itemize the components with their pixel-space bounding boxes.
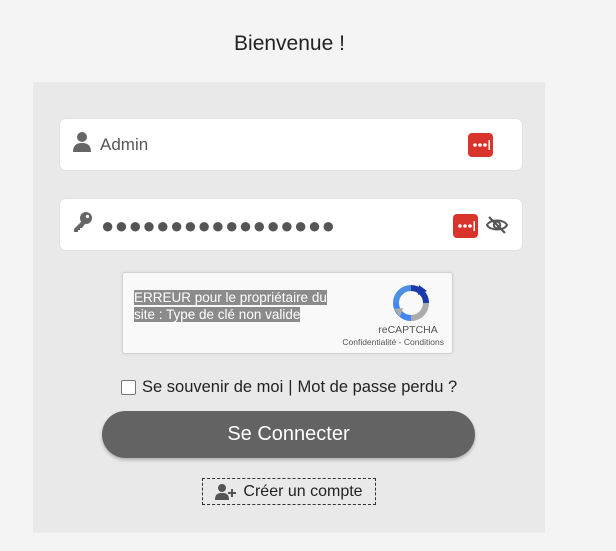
username-field[interactable] — [59, 118, 523, 171]
captcha-error-message: ERREUR pour le propriétaire du site : Ty… — [134, 290, 327, 322]
terms-link[interactable]: Conditions — [404, 337, 444, 347]
login-button[interactable]: Se Connecter — [102, 411, 475, 458]
captcha-link-separator: - — [398, 337, 402, 347]
password-input[interactable]: ●●●●●●●●●●●●●●●●● — [101, 215, 335, 237]
login-panel: ●●●●●●●●●●●●●●●●● ERREUR pour le proprié… — [33, 82, 545, 533]
create-account-label: Créer un compte — [243, 482, 363, 500]
password-manager-icon[interactable] — [453, 214, 478, 238]
remember-checkbox[interactable] — [121, 379, 136, 395]
password-field[interactable]: ●●●●●●●●●●●●●●●●● — [59, 198, 523, 251]
password-manager-icon[interactable] — [468, 133, 493, 157]
eye-slash-icon[interactable] — [485, 213, 509, 237]
add-user-icon — [215, 483, 237, 501]
recaptcha-widget[interactable]: ERREUR pour le propriétaire du site : Ty… — [122, 272, 453, 354]
captcha-links: Confidentialité - Conditions — [324, 337, 444, 347]
privacy-link[interactable]: Confidentialité — [342, 337, 396, 347]
recaptcha-brand: reCAPTCHA — [378, 324, 438, 336]
remember-row: Se souvenir de moi | Mot de passe perdu … — [121, 377, 457, 397]
page-title: Bienvenue ! — [234, 32, 345, 55]
create-account-button[interactable]: Créer un compte — [202, 478, 376, 505]
username-input[interactable] — [100, 131, 164, 159]
user-icon — [72, 131, 92, 153]
recaptcha-logo-icon — [391, 283, 431, 323]
remember-label[interactable]: Se souvenir de moi — [142, 378, 283, 397]
forgot-password-link[interactable]: Mot de passe perdu ? — [298, 378, 458, 397]
key-icon — [72, 211, 92, 233]
options-separator: | — [288, 377, 293, 396]
